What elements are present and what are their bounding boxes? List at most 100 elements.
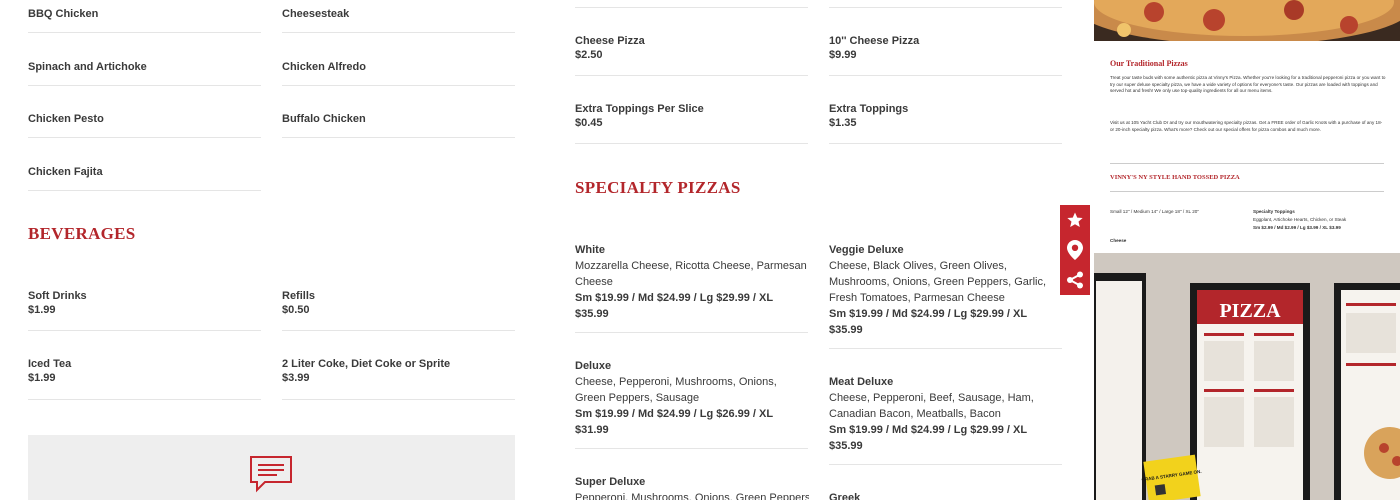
item-description: Mozzarella Cheese, Ricotta Cheese, Parme… (575, 260, 807, 288)
divider (575, 448, 808, 449)
divider (282, 330, 515, 331)
menu-item-refills: Refills $0.50 (282, 290, 515, 316)
item-price: $0.50 (282, 304, 310, 316)
divider (575, 7, 808, 8)
item-price: $9.99 (829, 49, 857, 61)
item-name: Extra Toppings Per Slice (575, 103, 704, 115)
item-name: White (575, 244, 605, 256)
item-name: Chicken Alfredo (282, 61, 366, 73)
item-name: Soft Drinks (28, 290, 87, 302)
item-name: Greek (829, 492, 861, 500)
divider (829, 7, 1062, 8)
star-button[interactable] (1060, 205, 1090, 235)
specialty-item-white: White Mozzarella Cheese, Ricotta Cheese,… (575, 242, 809, 322)
item-name: BBQ Chicken (28, 8, 99, 20)
item-price: $2.50 (575, 49, 603, 61)
item-price: $3.99 (282, 372, 310, 384)
menu-item-chicken-pesto: Chicken Pesto (28, 113, 261, 125)
divider (28, 330, 261, 331)
specialty-item-super-deluxe: Super Deluxe Pepperoni, Mushrooms, Onion… (575, 474, 809, 500)
doc-toppings-prices: Sm $2.99 / Md $2.99 / Lg $3.99 / XL $3.9… (1253, 225, 1341, 230)
doc-sizes: Small 12'' / Medium 14'' / Large 18'' / … (1110, 209, 1200, 214)
menu-item-chicken-fajita: Chicken Fajita (28, 166, 261, 178)
menu-item-extra-toppings-slice: Extra Toppings Per Slice $0.45 (575, 103, 808, 129)
specialty-item-deluxe: Deluxe Cheese, Pepperoni, Mushrooms, Oni… (575, 358, 809, 438)
menu-item-buffalo-chicken: Buffalo Chicken (282, 113, 515, 125)
item-price: $1.99 (28, 372, 56, 384)
doc-toppings-title: Specialty Toppings (1253, 209, 1295, 214)
divider (282, 85, 515, 86)
divider (282, 399, 515, 400)
share-button[interactable] (1060, 265, 1090, 295)
divider (28, 190, 261, 191)
message-card[interactable] (28, 435, 515, 500)
item-description: Cheese, Black Olives, Green Olives, Mush… (829, 260, 1047, 304)
menu-item-cheese-pizza: Cheese Pizza $2.50 (575, 35, 808, 61)
specialty-item-veggie-deluxe: Veggie Deluxe Cheese, Black Olives, Gree… (829, 242, 1063, 338)
menu-item-extra-toppings: Extra Toppings $1.35 (829, 103, 1062, 129)
item-name: Cheese Pizza (575, 35, 645, 47)
message-bubble-icon (250, 456, 292, 493)
divider (829, 348, 1062, 349)
location-button[interactable] (1060, 235, 1090, 265)
beverages-heading: BEVERAGES (28, 224, 136, 243)
menu-item-cheesesteak: Cheesesteak (282, 8, 515, 20)
item-name: Chicken Pesto (28, 113, 104, 125)
item-name: Meat Deluxe (829, 376, 894, 388)
divider (575, 143, 808, 144)
doc-paragraph: Treat your taste buds with some authenti… (1110, 75, 1386, 93)
location-pin-icon (1067, 240, 1083, 260)
item-description: Pepperoni, Mushrooms, Onions, Green Pepp… (575, 492, 809, 500)
item-description: Cheese, Pepperoni, Mushrooms, Onions, Gr… (575, 376, 777, 404)
divider (575, 75, 808, 76)
item-price: $0.45 (575, 117, 603, 129)
doc-section-title: VINNY'S NY STYLE HAND TOSSED PIZZA (1110, 174, 1240, 181)
item-name: 10'' Cheese Pizza (829, 35, 920, 47)
divider (829, 143, 1062, 144)
specialty-pizzas-heading: SPECIALTY PIZZAS (575, 178, 741, 197)
item-name: Iced Tea (28, 358, 72, 370)
specialty-item-meat-deluxe: Meat Deluxe Cheese, Pepperoni, Beef, Sau… (829, 374, 1063, 454)
menu-item-chicken-alfredo: Chicken Alfredo (282, 61, 515, 73)
menu-board-image: PIZZA GRAB A STARRY GAME ON. (1094, 253, 1400, 500)
doc-toppings: Eggplant, Artichoke Hearts, Chicken, or … (1253, 217, 1347, 222)
item-price: $1.35 (829, 117, 857, 129)
item-name: Cheesesteak (282, 8, 350, 20)
item-prices: Sm $19.99 / Md $24.99 / Lg $29.99 / XL $… (829, 424, 1027, 452)
item-name: Super Deluxe (575, 476, 646, 488)
item-name: Extra Toppings (829, 103, 909, 115)
item-name: 2 Liter Coke, Diet Coke or Sprite (282, 358, 451, 370)
specialty-item-greek: Greek (829, 490, 1063, 500)
menu-item-10-cheese-pizza: 10'' Cheese Pizza $9.99 (829, 35, 1062, 61)
board-sign-text: PIZZA (1219, 300, 1281, 322)
share-icon (1067, 271, 1083, 289)
item-prices: Sm $19.99 / Md $24.99 / Lg $29.99 / XL $… (575, 292, 773, 320)
pizza-image (1094, 0, 1400, 41)
divider (28, 32, 261, 33)
divider (282, 137, 515, 138)
item-prices: Sm $19.99 / Md $24.99 / Lg $29.99 / XL $… (829, 308, 1027, 336)
item-name: Deluxe (575, 360, 612, 372)
doc-divider (1110, 163, 1384, 164)
menu-item-spinach-artichoke: Spinach and Artichoke (28, 61, 261, 73)
menu-board-photo[interactable]: PIZZA GRAB A STARRY GAME ON. (1094, 253, 1400, 500)
item-name: Veggie Deluxe (829, 244, 904, 256)
divider (829, 464, 1062, 465)
item-price: $1.99 (28, 304, 56, 316)
item-name: Chicken Fajita (28, 166, 103, 178)
divider (282, 32, 515, 33)
menu-screenshot[interactable]: Our Traditional Pizzas Treat your taste … (1094, 41, 1400, 253)
item-name: Spinach and Artichoke (28, 61, 147, 73)
star-icon (1067, 212, 1083, 227)
doc-divider (1110, 191, 1384, 192)
doc-title: Our Traditional Pizzas (1110, 59, 1188, 68)
divider (575, 332, 808, 333)
doc-paragraph: Visit us at 105 Yacht Club Dr and try ou… (1110, 120, 1383, 132)
item-description: Cheese, Pepperoni, Beef, Sausage, Ham, C… (829, 392, 1034, 420)
divider (28, 85, 261, 86)
pizza-photo[interactable] (1094, 0, 1400, 41)
menu-item-2-liter: 2 Liter Coke, Diet Coke or Sprite $3.99 (282, 358, 515, 384)
divider (28, 399, 261, 400)
divider (28, 137, 261, 138)
divider (829, 75, 1062, 76)
